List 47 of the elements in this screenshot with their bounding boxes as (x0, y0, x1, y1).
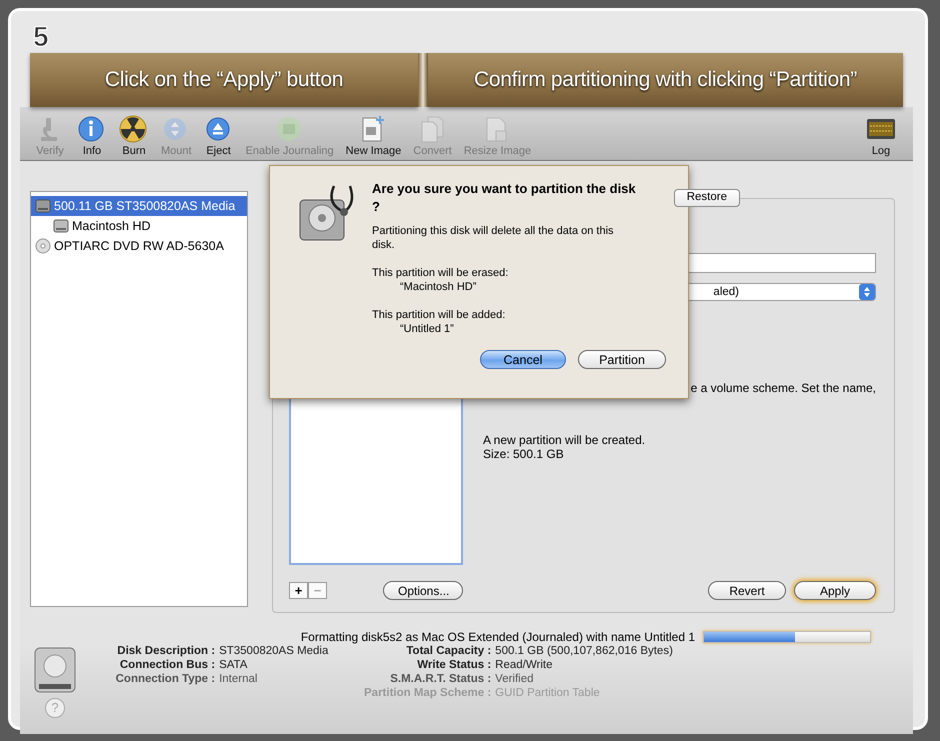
dialog-button[interactable]: Partition (578, 350, 666, 369)
dialog-title: Are you sure you want to partition the disk ? (372, 180, 637, 216)
info-label: Write Status : (416, 658, 492, 672)
action-button[interactable]: Apply (794, 581, 876, 600)
stepper-icon (859, 284, 875, 300)
dialog-text: This partition will be erased: (372, 266, 510, 280)
toolbar-button[interactable]: Eject (198, 115, 239, 160)
dialog-message: Partitioning this disk will delete all the data on this disk. (372, 224, 615, 252)
add-button[interactable]: + (289, 582, 308, 599)
info-label: Connection Bus : (118, 658, 216, 672)
info-value: SATA (219, 658, 248, 672)
options-button[interactable]: Options... (383, 581, 463, 600)
info-label: S.M.A.R.T. Status : (389, 672, 492, 686)
partition-summary-text: A new partition will be created. (483, 433, 646, 447)
banner-separator (418, 53, 428, 107)
info-value: Internal (219, 672, 258, 686)
description-text: e a volume scheme. Set the name, (690, 381, 876, 395)
instruction-text: Confirm partitioning with clicking “Partition” (474, 68, 857, 92)
info-label: Disk Description : (116, 644, 216, 658)
status-text: Formatting disk5s2 as Mac OS Extended (Journaled) with name Untitled 1 (300, 630, 695, 644)
instruction-text: Click on the “Apply” button (104, 68, 344, 92)
info-value: Verified (495, 672, 535, 686)
toolbar-button[interactable]: Info (72, 115, 112, 160)
info-label: Connection Type : (114, 672, 216, 686)
toolbar-button[interactable]: New Image (340, 115, 406, 160)
info-label: Partition Map Scheme : (364, 686, 492, 700)
disk-list-item[interactable]: 500.11 GB ST3500820AS Media (31, 196, 247, 216)
tab[interactable]: Restore (674, 189, 740, 207)
dialog-text: “Macintosh HD” (399, 280, 478, 294)
info-value: 500.1 GB (500,107,862,016 Bytes) (495, 644, 673, 658)
info-value: ST3500820AS Media (219, 644, 330, 658)
toolbar-button[interactable]: Log (861, 115, 901, 160)
dialog-button[interactable]: Cancel (480, 350, 566, 369)
info-label: Total Capacity : (405, 644, 492, 658)
disk-list-item[interactable]: Macintosh HD (31, 216, 247, 236)
dialog-text: This partition will be added: (372, 308, 506, 322)
partition-summary-text: Size: 500.1 GB (483, 447, 565, 461)
format-value: aled) (713, 286, 739, 298)
optical-disc-icon (35, 238, 51, 254)
step-number: 5 (33, 23, 49, 51)
toolbar-button[interactable]: Burn (114, 115, 154, 160)
action-button[interactable]: Revert (708, 581, 786, 600)
info-value: GUID Partition Table (495, 686, 601, 700)
info-value: Read/Write (495, 658, 554, 672)
dialog-text: “Untitled 1” (399, 322, 455, 336)
radiation-icon (119, 115, 149, 143)
disk-list-item[interactable]: OPTIARC DVD RW AD-5630A (31, 236, 247, 256)
